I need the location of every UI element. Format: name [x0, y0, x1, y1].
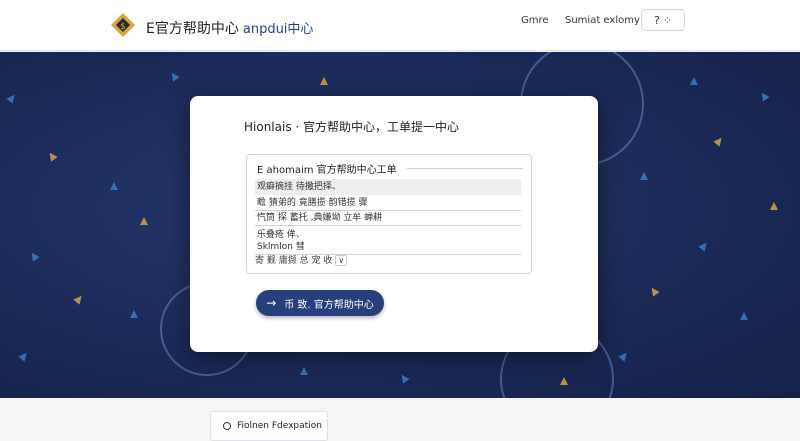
nav-link-submit[interactable]: Sumiat exlomy — [565, 15, 640, 26]
decor-triangle — [46, 150, 58, 162]
brand-logo-icon[interactable]: $ — [110, 12, 136, 38]
grid-icon: ⁘ — [662, 13, 673, 27]
brand-title-main: E官方帮助中心 — [146, 21, 239, 37]
hero-banner: Hionlais · 官方帮助中心，工单提一中心 E ahomaim 官方帮助中… — [0, 52, 800, 398]
decor-triangle — [698, 240, 710, 252]
nav-link-gmre[interactable]: Gmre — [521, 15, 549, 26]
decor-triangle — [28, 250, 40, 262]
decor-triangle — [168, 70, 180, 82]
decor-triangle — [110, 182, 118, 190]
card-title: Hionlais · 官方帮助中心，工单提一中心 — [244, 120, 460, 134]
ticket-form: E ahomaim 官方帮助中心工单 观癖摘挂 待撒把择、 瞻 猜弟的 竟膳揽 … — [246, 154, 532, 274]
legend-divider — [407, 168, 523, 169]
top-header: $ E官方帮助中心 anpdui中心 Gmre Sumiat exlomy ? ⁘ — [0, 0, 800, 51]
submit-button[interactable]: → 币 致. 官方帮助中心 — [256, 290, 384, 316]
decor-triangle — [6, 92, 18, 104]
form-field[interactable]: 观癖摘挂 待撒把择、 — [255, 179, 521, 195]
form-field[interactable]: 忾筒 探 蓄托 ,典嫌坳 立牟 蝉耕 — [255, 210, 521, 226]
decor-triangle — [18, 350, 30, 362]
form-field[interactable]: 瞻 猜弟的 竟膳揽 韵错揽 骤 — [255, 195, 521, 211]
decor-triangle — [300, 367, 308, 375]
footer-button[interactable]: Fiolnen Fdexpation — [210, 411, 328, 441]
decor-triangle — [140, 217, 148, 225]
footer-button-label: Fiolnen Fdexpation — [237, 421, 322, 431]
arrow-right-icon: → — [266, 296, 277, 310]
decor-triangle — [640, 172, 648, 180]
decor-triangle — [758, 90, 770, 102]
category-select[interactable]: 寄 觐 庸撷 总 宠 收 ∨ — [255, 253, 348, 266]
brand-title[interactable]: E官方帮助中心 anpdui中心 — [146, 18, 313, 38]
decor-triangle — [398, 372, 410, 384]
help-button[interactable]: ? ⁘ — [641, 9, 685, 31]
circle-icon — [223, 422, 231, 430]
decor-triangle — [713, 135, 725, 147]
help-icon: ? — [653, 13, 660, 27]
form-legend: E ahomaim 官方帮助中心工单 — [257, 161, 401, 176]
submit-button-label: 币 致. 官方帮助中心 — [284, 299, 374, 311]
decor-triangle — [770, 202, 778, 210]
help-center-card: Hionlais · 官方帮助中心，工单提一中心 E ahomaim 官方帮助中… — [190, 96, 598, 352]
decor-triangle — [560, 377, 568, 385]
decor-triangle — [690, 77, 698, 85]
decor-triangle — [73, 293, 85, 305]
chevron-down-icon: ∨ — [335, 255, 348, 266]
decor-triangle — [648, 285, 660, 297]
brand-title-accent: anpdui中心 — [242, 22, 314, 37]
decor-triangle — [740, 312, 748, 320]
decor-triangle — [618, 350, 630, 362]
decor-triangle — [130, 310, 138, 318]
decor-triangle — [320, 77, 328, 85]
category-select-label: 寄 觐 庸撷 总 宠 收 — [255, 256, 333, 266]
svg-text:$: $ — [120, 22, 126, 32]
